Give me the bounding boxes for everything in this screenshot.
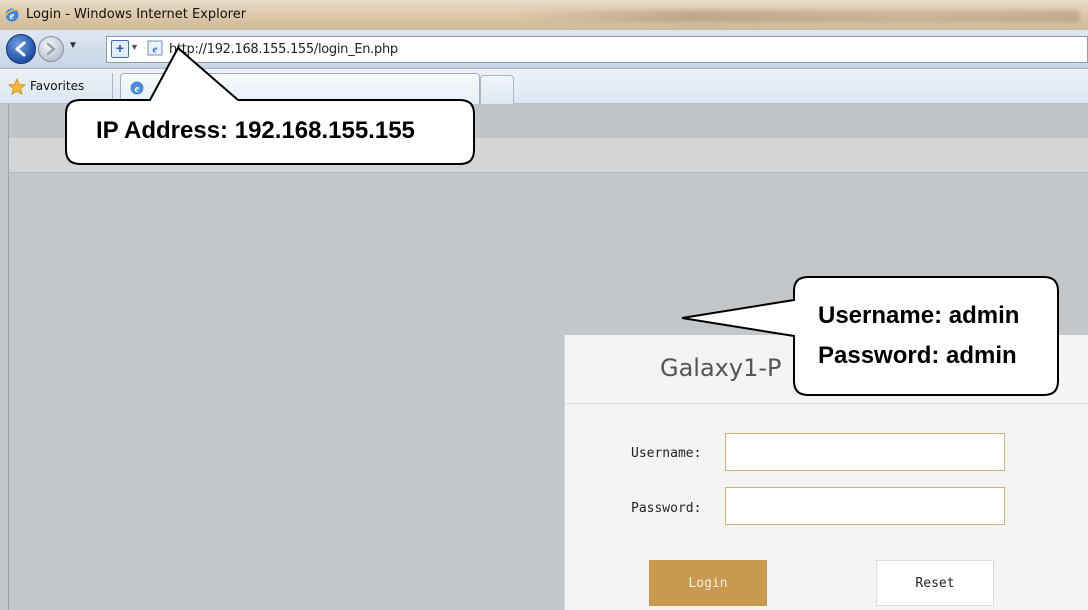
forward-button[interactable] — [38, 36, 64, 62]
svg-text:e: e — [153, 44, 158, 56]
favorites-button[interactable]: Favorites — [30, 79, 84, 93]
ie-logo-icon: e — [4, 8, 20, 22]
password-label: Password: — [631, 501, 702, 516]
reset-button[interactable]: Reset — [876, 560, 994, 606]
login-panel: Galaxy1-P Username: Password: Login Rese… — [564, 335, 1088, 610]
recent-pages-dropdown[interactable]: ▼ — [68, 40, 78, 51]
username-input[interactable] — [725, 433, 1005, 471]
password-callout: Password: admin — [818, 342, 1017, 369]
arrow-left-icon — [15, 41, 26, 57]
username-callout: Username: admin — [818, 302, 1020, 329]
password-input[interactable] — [725, 487, 1005, 525]
ip-address-callout: IP Address: 192.168.155.155 — [96, 117, 415, 144]
blurred-background-window-title — [520, 10, 1080, 22]
login-button[interactable]: Login — [649, 560, 767, 606]
favorites-star-icon[interactable] — [8, 78, 26, 96]
arrow-right-icon — [46, 42, 56, 56]
new-tab-button[interactable] — [480, 75, 514, 104]
window-title: Login - Windows Internet Explorer — [26, 7, 247, 22]
login-title: Galaxy1-P — [660, 354, 782, 382]
back-button[interactable] — [6, 34, 36, 64]
favorites-bar: Favorites e — [0, 69, 1088, 104]
tab-login[interactable]: e — [120, 73, 480, 104]
ie-page-icon: e — [130, 81, 144, 95]
ie-page-icon: e — [147, 40, 163, 56]
divider — [112, 73, 113, 99]
address-bar[interactable]: + ▼ e http://192.168.155.155/login_En.ph… — [106, 36, 1088, 63]
url-text[interactable]: http://192.168.155.155/login_En.php — [169, 42, 398, 57]
navigation-bar: ▼ + ▼ e http://192.168.155.155/login_En.… — [0, 30, 1088, 69]
window-titlebar: e Login - Windows Internet Explorer — [0, 0, 1088, 30]
chevron-down-icon[interactable]: ▼ — [130, 42, 139, 52]
svg-text:e: e — [135, 83, 140, 95]
add-site-icon[interactable]: + — [111, 40, 129, 58]
username-label: Username: — [631, 446, 702, 461]
